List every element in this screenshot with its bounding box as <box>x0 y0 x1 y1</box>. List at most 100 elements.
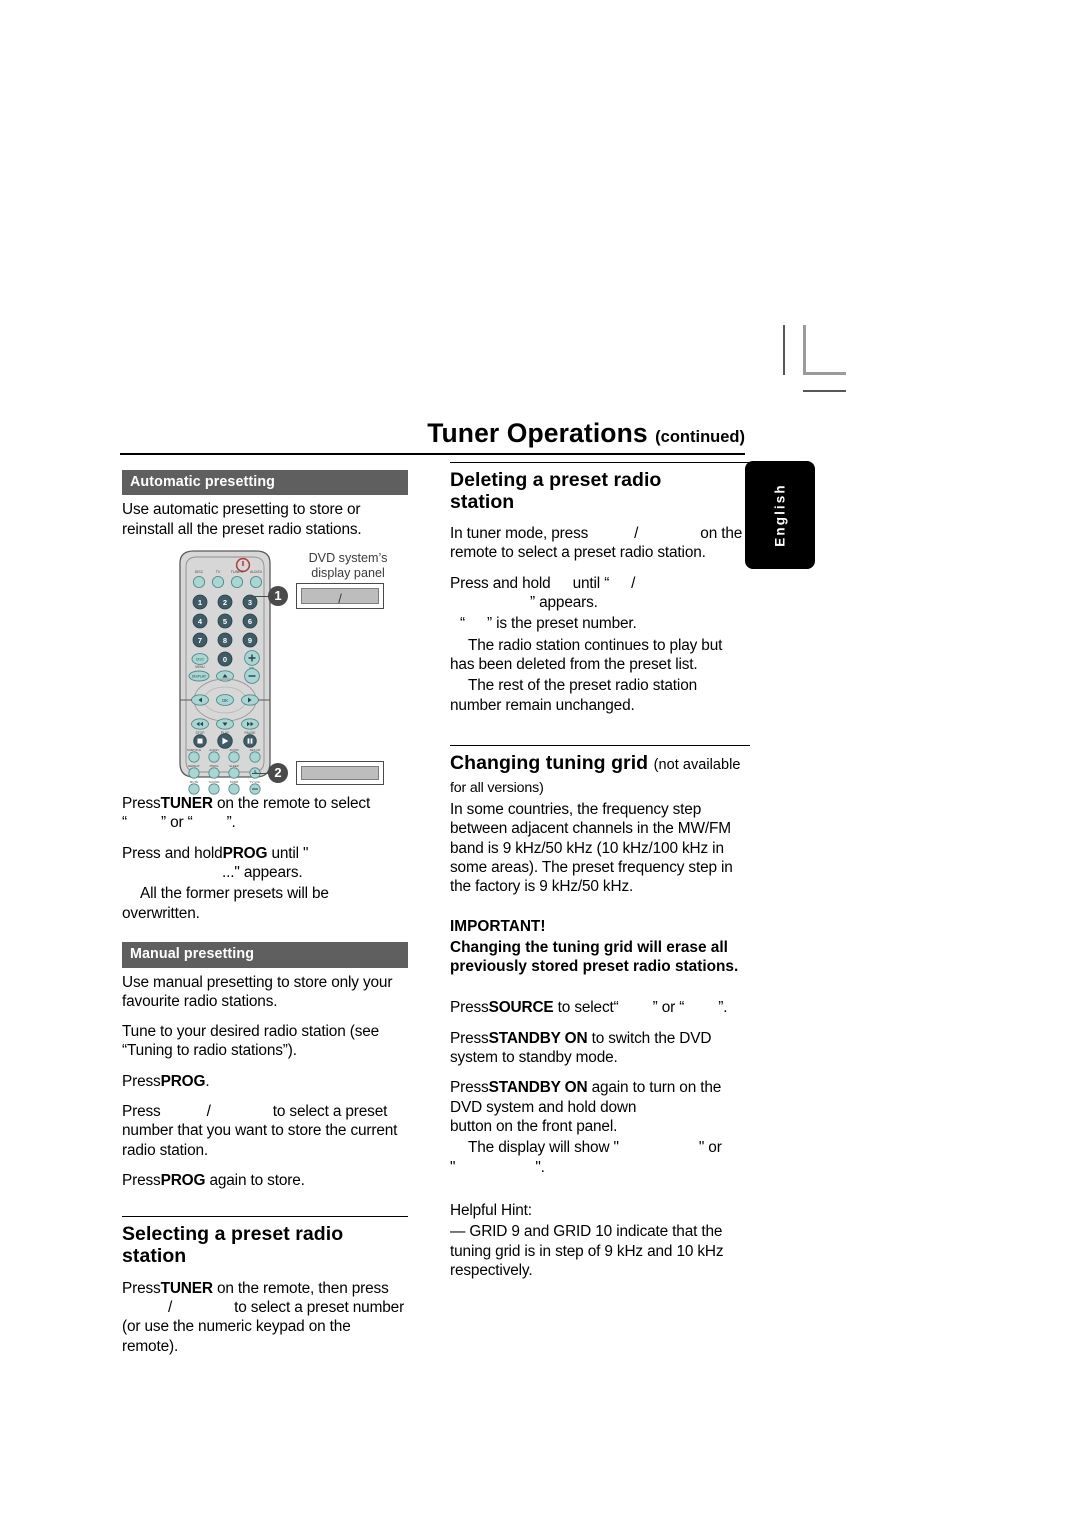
deleting-heading: Deleting a preset radio station <box>450 469 750 513</box>
deleting-step2-mid: until “ <box>572 574 610 592</box>
svg-text:2: 2 <box>223 598 227 607</box>
grid-section-divider <box>450 745 750 747</box>
deleting-step2-lead: Press and hold <box>450 574 551 592</box>
deleting-note-1: “ ” is the preset number. <box>450 614 750 633</box>
svg-text:DISC: DISC <box>195 570 204 574</box>
svg-text:6: 6 <box>248 617 252 626</box>
auto-step2-button: PROG <box>222 844 268 862</box>
grid-step1-lead: Press <box>450 999 489 1017</box>
svg-text:TV VOL: TV VOL <box>250 780 261 784</box>
grid-step3-tail: button on the front panel. <box>450 1118 618 1136</box>
grid-step1-button: SOURCE <box>488 999 554 1017</box>
svg-text:DISC: DISC <box>196 658 205 662</box>
manual-step3-tail: to select a preset number that you want … <box>122 1103 398 1159</box>
grid-step2-button: STANDBY ON <box>488 1029 588 1047</box>
grid-step3-lead: Press <box>450 1079 489 1097</box>
grid-note-lead: The display will show " <box>468 1139 619 1157</box>
grid-step-3-note: The display will show " " or " ". <box>450 1138 750 1177</box>
auto-step1-button: TUNER <box>160 795 213 813</box>
important-title: IMPORTANT! <box>450 917 546 935</box>
helpful-hint-body: — GRID 9 and GRID 10 indicate that the t… <box>450 1223 724 1280</box>
deleting-step1-separator: / <box>634 525 639 543</box>
manual-step-4: PressPROG again to store. <box>122 1171 408 1190</box>
automatic-step-1: PressTUNER on the remote to select “ ” or… <box>122 794 408 833</box>
svg-text:TV: TV <box>216 570 221 574</box>
manual-step3-lead: Press <box>122 1103 161 1121</box>
callout-marker-2: 2 <box>268 763 288 783</box>
page-title-text: Tuner Operations <box>427 418 648 448</box>
svg-text:1: 1 <box>198 598 202 607</box>
selecting-button: TUNER <box>160 1279 213 1297</box>
grid-step1-quote-close: ”. <box>718 999 728 1017</box>
section-header-automatic-presetting: Automatic presetting <box>122 470 408 496</box>
deleting-note1-quote-open: “ <box>460 615 465 633</box>
svg-text:AUX/DI: AUX/DI <box>250 570 262 574</box>
svg-text:AUDIO: AUDIO <box>209 748 219 752</box>
automatic-presetting-intro: Use automatic presetting to store or rei… <box>122 501 362 538</box>
manual-step3-separator: / <box>206 1103 211 1121</box>
auto-step1-lead: Press <box>122 795 161 813</box>
svg-text:0: 0 <box>223 655 227 664</box>
spacer-before-grid <box>450 715 750 745</box>
auto-step2-mid: until " <box>267 844 309 862</box>
svg-text:TUNER: TUNER <box>231 570 244 574</box>
auto-step2-tail: ..." appears. <box>222 864 303 882</box>
deleting-step2-tail: ” appears. <box>530 594 598 612</box>
svg-text:DISPLAY: DISPLAY <box>192 675 207 679</box>
grid-heading-text: Changing tuning grid <box>450 752 649 775</box>
svg-text:9: 9 <box>248 636 252 645</box>
auto-step1-quote-close: ”. <box>226 814 236 832</box>
grid-body: In some countries, the frequency step be… <box>450 800 733 896</box>
selecting-mid: on the remote, then press <box>212 1279 389 1297</box>
display-panel-1: / <box>296 583 384 609</box>
grid-step-3: PressSTANDBY ON again to turn on the DVD… <box>450 1078 750 1136</box>
selecting-lead: Press <box>122 1279 161 1297</box>
selecting-body: PressTUNER on the remote, then press / to… <box>122 1279 408 1356</box>
grid-step2-lead: Press <box>450 1029 489 1047</box>
selecting-separator: / <box>168 1298 173 1316</box>
svg-text:5: 5 <box>223 617 227 626</box>
language-tab-english: English <box>745 461 815 569</box>
manual-step2-lead: Press <box>122 1072 161 1090</box>
manual-step4-lead: Press <box>122 1172 161 1190</box>
caption-line-1: DVD system’s <box>308 551 388 565</box>
deleting-heading-line2: station <box>450 491 515 514</box>
auto-step2-lead: Press and hold <box>122 844 223 862</box>
registration-crop-mark <box>740 325 860 405</box>
deleting-note-3: The rest of the preset radio station num… <box>450 677 698 714</box>
svg-text:OK: OK <box>222 698 228 703</box>
svg-text:ZOOM: ZOOM <box>230 748 239 752</box>
grid-note-tail: ". <box>535 1158 545 1176</box>
display-panel-1-text: / <box>301 588 379 606</box>
manual-step4-tail: again to store. <box>205 1172 305 1190</box>
deleting-note1-tail: ” is the preset number. <box>486 615 637 633</box>
deleting-step-1: In tuner mode, press / on the remote to se… <box>450 524 750 563</box>
page-title: Tuner Operations (continued) <box>120 418 745 449</box>
callout-marker-1: 1 <box>268 586 288 606</box>
manual-step-1: Tune to your desired radio station (see … <box>122 1023 380 1060</box>
selecting-section-divider <box>122 1216 408 1218</box>
svg-text:7: 7 <box>198 636 202 645</box>
grid-heading-note-line2: for all versions) <box>450 780 544 797</box>
language-tab-label: English <box>772 483 788 547</box>
manual-presetting-intro: Use manual presetting to store only your… <box>122 973 393 1010</box>
deleting-step-2: Press and hold until “ / ” appears. <box>450 574 750 613</box>
grid-heading-note-line1: (not available <box>653 757 741 774</box>
caption-line-2: display panel <box>311 565 385 580</box>
selecting-heading-line2: station <box>122 1245 187 1268</box>
selecting-heading: Selecting a preset radio station <box>122 1223 408 1267</box>
manual-step2-button: PROG <box>160 1072 206 1090</box>
manual-step-3: Press / to select a preset number that you… <box>122 1102 408 1160</box>
auto-step1-quote-open: “ <box>122 814 127 832</box>
grid-note-mid: " or <box>698 1139 722 1157</box>
dvd-display-panel-caption: DVD system’s display panel <box>288 551 408 580</box>
important-body: Changing the tuning grid will erase all … <box>450 938 739 976</box>
deleting-step2-separator: / <box>631 574 636 592</box>
deleting-heading-line1: Deleting a preset radio <box>450 469 662 491</box>
grid-step1-mid: to select <box>553 999 614 1017</box>
section-header-manual-presetting: Manual presetting <box>122 942 408 968</box>
grid-step1-quote-mid: ” or “ <box>652 999 685 1017</box>
svg-text:8: 8 <box>223 636 227 645</box>
right-column: Deleting a preset radio station In tuner… <box>450 462 750 1280</box>
display-panel-2-text <box>301 766 379 780</box>
